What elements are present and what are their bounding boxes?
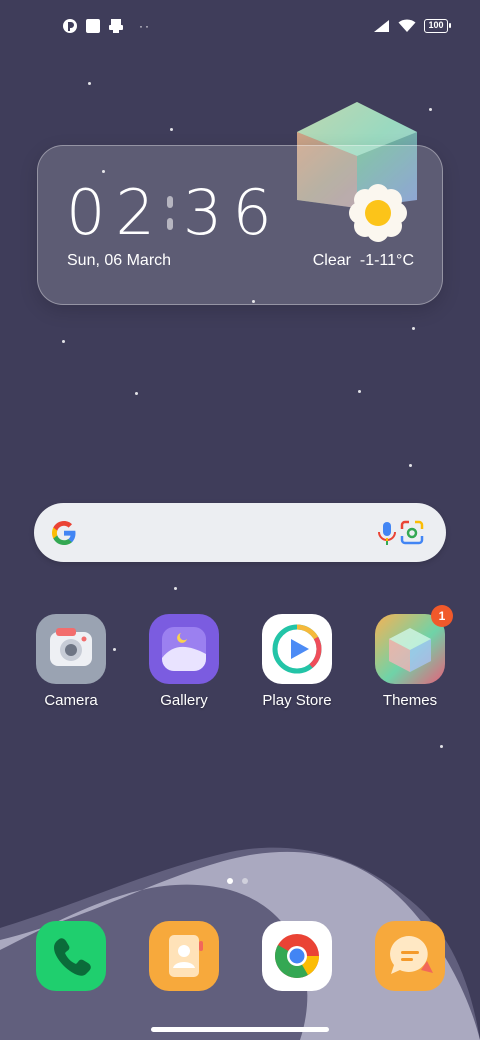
dock-contacts-app[interactable] [149, 921, 219, 991]
google-search-bar[interactable] [34, 503, 446, 562]
app-camera[interactable]: Camera [21, 614, 121, 709]
play-store-icon [262, 614, 332, 684]
themes-icon: 1 [375, 605, 453, 684]
google-logo-icon [52, 521, 76, 545]
page-indicator[interactable] [227, 878, 248, 884]
dock-messages-app[interactable] [375, 921, 445, 991]
dock-chrome-app[interactable] [262, 921, 332, 991]
app-label: Themes [382, 692, 438, 709]
gallery-icon [149, 614, 219, 684]
clock-separator [166, 196, 173, 230]
clock-weather-widget[interactable]: 02 36 Sun, 06 March Clear -1-11°C [37, 145, 443, 305]
weather-label[interactable]: Clear -1-11°C [313, 252, 414, 270]
app-themes[interactable]: 1 Themes [360, 605, 460, 709]
microphone-icon[interactable] [374, 520, 400, 546]
phone-icon [54, 938, 91, 976]
printer-notification-icon [109, 19, 123, 33]
camera-icon [36, 614, 106, 684]
app-gallery[interactable]: Gallery [134, 614, 234, 709]
battery-indicator: 100 [424, 19, 451, 33]
gesture-navigation-bar[interactable] [151, 1027, 329, 1032]
signal-icon [374, 20, 389, 32]
chrome-icon [275, 934, 319, 978]
contacts-icon [169, 935, 203, 977]
weather-condition: Clear [312, 252, 351, 269]
clock[interactable]: 02 36 [66, 178, 282, 248]
dock-phone-app[interactable] [36, 921, 106, 991]
clock-minute: 36 [182, 176, 282, 249]
square-notification-icon [86, 19, 100, 33]
app-play-store[interactable]: Play Store [247, 614, 347, 709]
messages-icon [390, 936, 433, 974]
page-dot [242, 878, 248, 884]
weather-temperature: -1-11°C [359, 252, 414, 269]
status-bar: ·· 100 [0, 0, 480, 54]
date-label: Sun, 06 March [67, 252, 172, 269]
clock-hour: 02 [66, 176, 165, 249]
app-label: Gallery [160, 692, 208, 709]
sun-icon [349, 184, 407, 242]
app-label: Play Store [262, 692, 332, 709]
more-notifications-indicator: ·· [139, 19, 151, 33]
wifi-icon [398, 19, 416, 32]
app-notification-icon [63, 19, 77, 33]
lens-icon[interactable] [399, 520, 425, 546]
page-dot-active [227, 878, 233, 884]
app-label: Camera [44, 692, 98, 709]
notification-badge: 1 [431, 605, 453, 627]
